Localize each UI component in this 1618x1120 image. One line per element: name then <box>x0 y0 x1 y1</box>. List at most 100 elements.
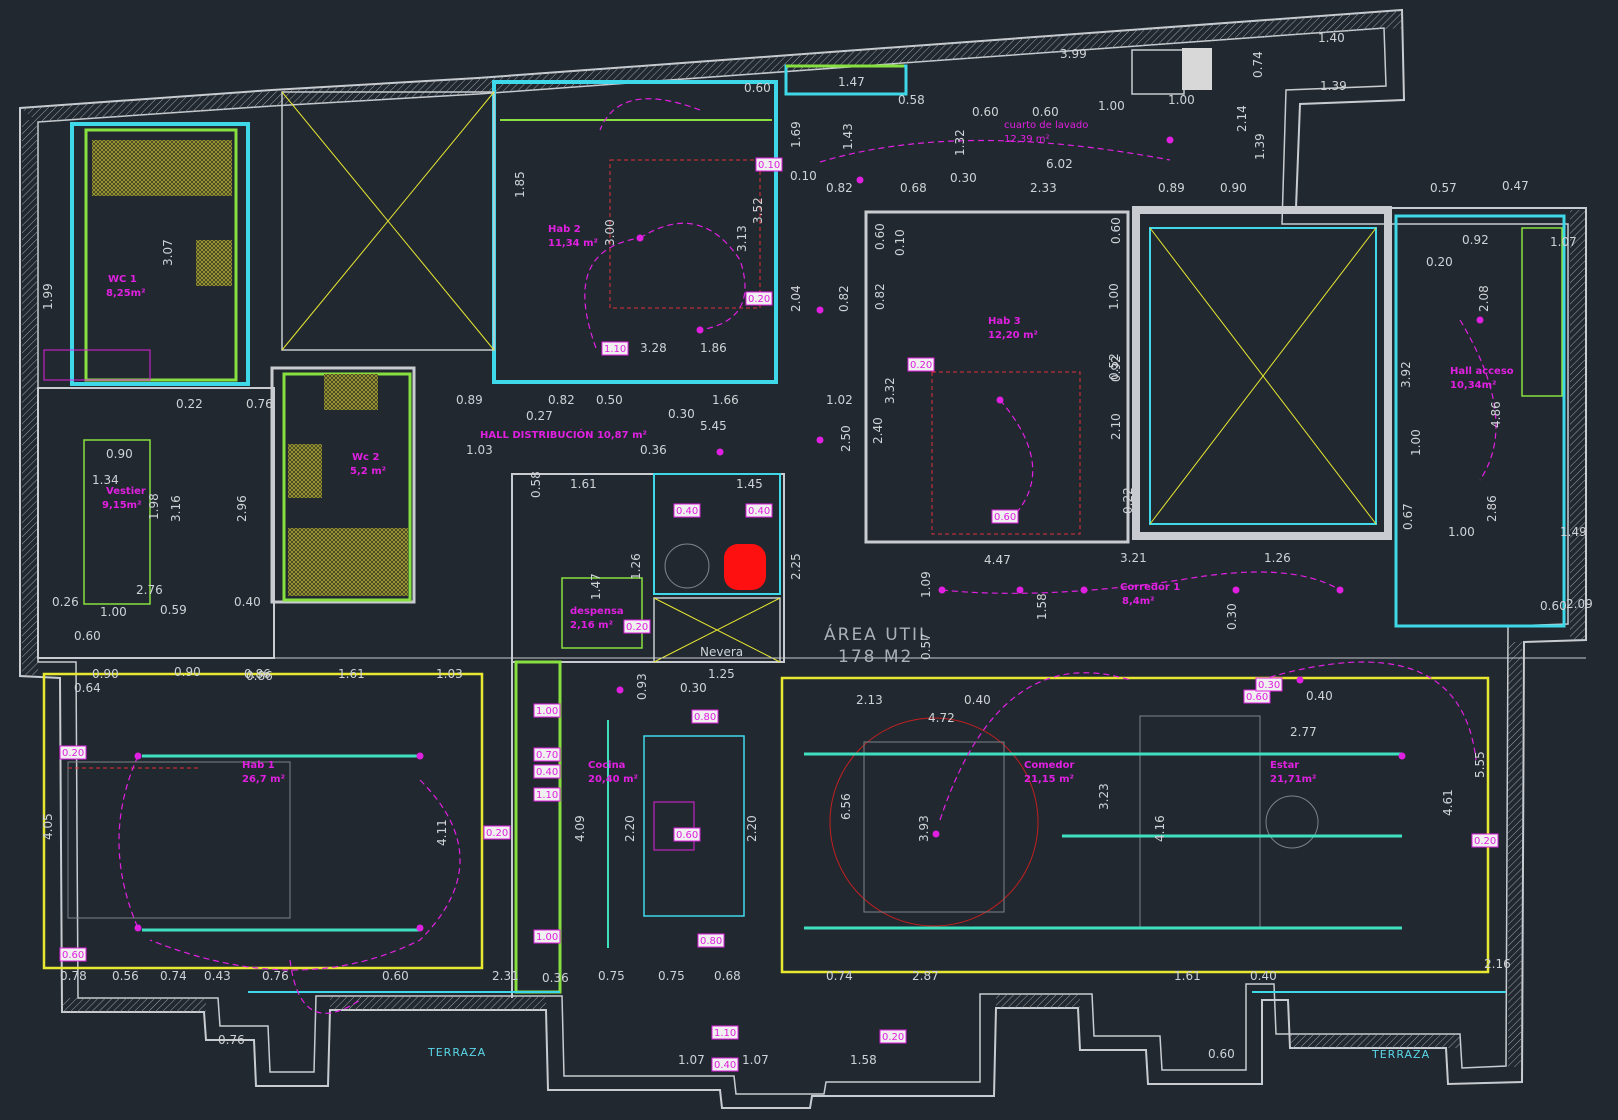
dimension-label: 0.47 <box>1502 179 1529 193</box>
island-cooktop <box>653 801 695 851</box>
room-area: 12,39 m² <box>1004 134 1050 145</box>
vertical-dimension-label: 0.30 <box>1225 603 1239 630</box>
room-area: 26,7 m² <box>242 774 285 785</box>
room-area: 8,4m² <box>1122 596 1155 607</box>
boiler <box>724 544 766 590</box>
height-tag: 0.80 <box>694 712 716 723</box>
vertical-dimension-label: 2.86 <box>1485 495 1499 522</box>
dimension-label: 1.61 <box>338 667 365 681</box>
dimension-label: 3.99 <box>1060 47 1087 61</box>
dimension-label: 0.90 <box>174 665 201 679</box>
vertical-dimension-label: 1.58 <box>1035 593 1049 620</box>
wall-hatch-right <box>1570 210 1585 640</box>
dimension-label: 1.40 <box>1318 31 1345 45</box>
vertical-dimension-label: 2.20 <box>745 815 759 842</box>
dimension-label: 0.64 <box>74 681 101 695</box>
wall-hatch-bottom-2 <box>330 996 546 1010</box>
room-area: 9,15m² <box>102 500 141 511</box>
height-tag: 0.20 <box>1474 836 1496 847</box>
wc2-tile-side <box>288 444 322 498</box>
wall-hatch-bottom-4 <box>1290 1034 1460 1048</box>
height-tag: 0.20 <box>910 360 932 371</box>
dimension-label: 1.02 <box>826 393 853 407</box>
room-name: cuarto de lavado <box>1004 120 1088 131</box>
hall-acceso-walls <box>1394 214 1566 628</box>
dimension-label: 0.92 <box>1462 233 1489 247</box>
height-tag: 1.10 <box>714 1028 736 1039</box>
vertical-dimension-label: 0.10 <box>893 229 907 256</box>
bed-hab1 <box>67 761 291 919</box>
vertical-dimension-label: 2.96 <box>235 495 249 522</box>
dimension-label: 1.07 <box>678 1053 705 1067</box>
dimension-label: 1.39 <box>1320 79 1347 93</box>
dimension-label: 0.60 <box>382 969 409 983</box>
wall-hatch-bottom-1 <box>62 998 206 1012</box>
dimension-label: 0.74 <box>160 969 187 983</box>
vertical-dimension-label: 3.92 <box>1399 361 1413 388</box>
room-name: Hab 2 <box>548 224 581 235</box>
vertical-dimension-label: 1.39 <box>1253 133 1267 160</box>
vertical-dimension-label: 0.57 <box>919 633 933 660</box>
vertical-dimension-label: 6.56 <box>839 793 853 820</box>
exterior-wall-inner <box>37 27 1569 1095</box>
room-name: Cocina <box>588 760 625 771</box>
dimension-label: 0.30 <box>680 681 707 695</box>
dimension-label: 0.22 <box>176 397 203 411</box>
wall-hatch-left <box>22 120 38 675</box>
hab1-outline <box>42 672 484 970</box>
vestier-walls <box>37 387 275 659</box>
hab3-walls <box>864 210 1130 544</box>
height-tags: 0.20 0.40 0.40 0.60 0.20 1.00 0.80 1.00 0.70 0.40… <box>59 157 1499 1072</box>
room-name: Vestier <box>106 486 146 497</box>
dimension-label: 0.20 <box>1426 255 1453 269</box>
vertical-dimension-label: 0.93 <box>635 673 649 700</box>
vertical-dimension-label: 0.22 <box>1121 487 1135 514</box>
dimension-label: 2.33 <box>1030 181 1057 195</box>
dimension-label: 0.90 <box>106 447 133 461</box>
dimension-label: 0.60 <box>1208 1047 1235 1061</box>
dimension-label: 0.36 <box>640 443 667 457</box>
dimension-label: 0.40 <box>1250 969 1277 983</box>
floor-plan-drawing: WC 1 8,25m² Hab 2 11,34 m² Hab 3 12,20 m… <box>19 8 1593 1109</box>
height-tag: 0.60 <box>62 950 84 961</box>
vertical-dimension-label: 3.23 <box>1097 783 1111 810</box>
dimension-label: 1.61 <box>1174 969 1201 983</box>
height-tag: 0.40 <box>748 506 770 517</box>
room-area: 20,40 m² <box>588 774 638 785</box>
vertical-dimension-label: 0.60 <box>1109 217 1123 244</box>
dimension-label: 2.31 <box>492 969 519 983</box>
vertical-dimension-label: 3.13 <box>735 225 749 252</box>
height-tag: 0.20 <box>882 1032 904 1043</box>
vertical-dimension-label: 0.58 <box>529 471 543 498</box>
height-tag: 0.40 <box>536 767 558 778</box>
dimension-label: 1.49 <box>1560 525 1587 539</box>
dimension-label: 2.16 <box>1484 957 1511 971</box>
vertical-dimension-label: 1.47 <box>589 573 603 600</box>
wc1-shower-tile <box>92 140 232 196</box>
room-name: HALL DISTRIBUCIÓN 10,87 m² <box>480 428 647 441</box>
vertical-dimension-label: 1.98 <box>147 493 161 520</box>
wall-hatch-bottom-3 <box>996 994 1080 1008</box>
dimension-label: 1.03 <box>436 667 463 681</box>
height-tag: 1.00 <box>536 932 558 943</box>
vertical-dimension-label: 4.05 <box>41 813 55 840</box>
light-tracks <box>142 720 1402 948</box>
dimension-label: 1.86 <box>700 341 727 355</box>
vertical-dimension-label: 1.43 <box>841 123 855 150</box>
dimension-label: 0.40 <box>1306 689 1333 703</box>
dimension-label: 1.45 <box>736 477 763 491</box>
vertical-dimension-label: 4.61 <box>1441 789 1455 816</box>
fridge-label: Nevera <box>700 645 743 659</box>
terrace-label: TERRAZA <box>427 1046 486 1059</box>
height-tag: 1.10 <box>604 344 626 355</box>
floor-plan-canvas: WC 1 8,25m² Hab 2 11,34 m² Hab 3 12,20 m… <box>0 0 1618 1116</box>
room-name: despensa <box>570 606 624 617</box>
dimension-label: 0.68 <box>900 181 927 195</box>
vertical-dimension-label: 3.00 <box>603 219 617 246</box>
height-tag: 0.20 <box>62 748 84 759</box>
vertical-dimension-label: 2.10 <box>1109 413 1123 440</box>
dimension-label: 0.30 <box>668 407 695 421</box>
dimension-label: 0.40 <box>234 595 261 609</box>
dimension-label: 0.59 <box>160 603 187 617</box>
vertical-dimension-label: 3.16 <box>169 495 183 522</box>
